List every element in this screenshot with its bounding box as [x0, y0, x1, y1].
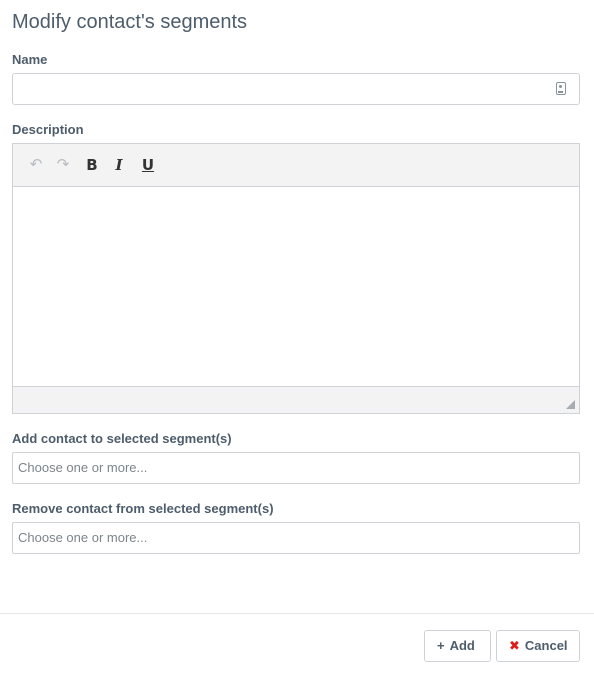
- plus-icon: +: [437, 638, 445, 653]
- modal-title: Modify contact's segments: [12, 11, 248, 33]
- description-editor: ↶ ↷ B I U: [12, 143, 580, 414]
- cancel-button[interactable]: ✖ Cancel: [496, 630, 580, 662]
- italic-button[interactable]: I: [108, 154, 130, 176]
- name-input[interactable]: [12, 73, 580, 105]
- redo-icon[interactable]: ↷: [52, 154, 74, 176]
- name-label: Name: [12, 52, 48, 67]
- bold-button[interactable]: B: [81, 154, 103, 176]
- add-button-label: Add: [449, 638, 475, 653]
- underline-button[interactable]: U: [137, 154, 159, 176]
- remove-segments-placeholder: Choose one or more...: [18, 530, 148, 545]
- add-segments-select[interactable]: Choose one or more...: [12, 452, 580, 484]
- editor-toolbar: ↶ ↷ B I U: [13, 144, 579, 187]
- add-button[interactable]: + Add: [424, 630, 491, 662]
- close-icon: ✖: [509, 638, 520, 653]
- description-label: Description: [12, 122, 84, 137]
- footer-divider: [0, 613, 594, 614]
- undo-icon[interactable]: ↶: [25, 154, 47, 176]
- editor-statusbar: [13, 386, 579, 413]
- id-badge-icon: [556, 82, 566, 95]
- add-segments-label: Add contact to selected segment(s): [12, 431, 232, 446]
- description-textarea[interactable]: [13, 187, 579, 386]
- add-segments-placeholder: Choose one or more...: [18, 460, 148, 475]
- resize-handle-icon[interactable]: [566, 400, 575, 409]
- remove-segments-label: Remove contact from selected segment(s): [12, 501, 274, 516]
- cancel-button-label: Cancel: [524, 638, 568, 653]
- remove-segments-select[interactable]: Choose one or more...: [12, 522, 580, 554]
